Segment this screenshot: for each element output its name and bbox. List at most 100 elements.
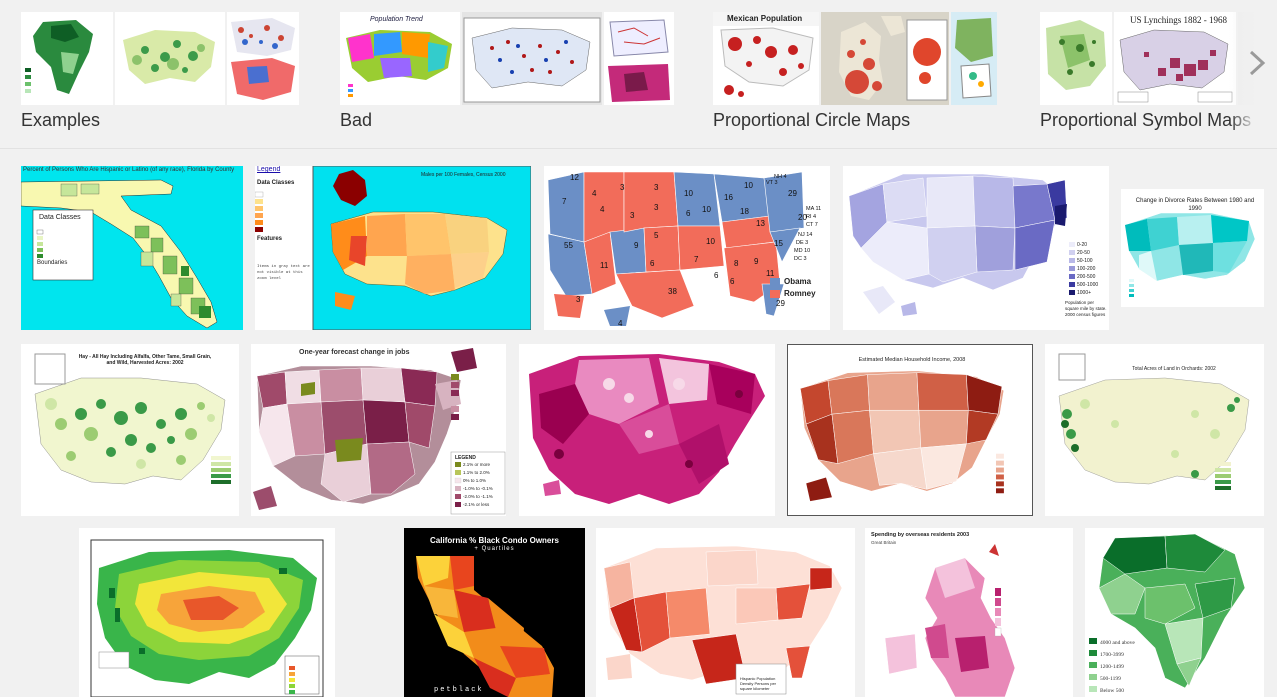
dot-map-thumb [462,12,602,105]
thumb-title: Mexican Population [727,14,803,23]
svg-text:10: 10 [702,205,711,214]
legend-boundaries: Boundaries [37,260,68,266]
lynchings-thumb: US Lynchings 1882 - 1968 [1114,12,1236,105]
svg-text:4: 4 [618,319,623,328]
image-africa-map[interactable]: 4000 and above 1700-3999 1200-1499 500-1… [1085,528,1264,697]
image-florida-hispanic-map[interactable]: Percent of Persons Who Are Hispanic or L… [21,166,243,330]
dots-thumb [227,12,299,105]
chevron-right-icon[interactable] [1243,46,1271,80]
map-title: Total Acres of Land in Orchards: 2002 [1132,366,1216,372]
image-males-per-female-map[interactable]: Males per 100 Females, Census 2000 Legen… [255,166,531,330]
svg-text:DC 3: DC 3 [794,256,807,262]
map-footer: petblack [434,686,484,694]
svg-text:12: 12 [570,173,579,182]
image-county-magenta-map[interactable] [519,344,775,516]
legend-item: -1.0% to -0.1% [463,486,493,491]
related-thumbs: Population Trend [340,12,674,105]
svg-text:15: 15 [774,239,783,248]
svg-text:3: 3 [630,211,635,220]
image-rainbow-density-map[interactable] [79,528,335,697]
thumb-title: Population Trend [370,16,423,23]
image-electoral-map[interactable]: 12 7 55 4 4 33933 5 6 10 6 38 11 3 4 10 10 16 10 18 13… [544,166,830,330]
image-spending-uk-map[interactable]: Spending by overseas residents 2003 Grea… [865,528,1073,697]
legend-romney: Romney [784,289,816,298]
image-divorce-rates-map[interactable]: Change in Divorce Rates Between 1980 and… [1121,189,1264,307]
legend-item: 0% to 1.0% [463,478,487,483]
mexican-population-thumb: Mexican Population [713,12,819,105]
related-thumbs [21,12,299,105]
svg-text:11: 11 [766,269,775,278]
svg-text:NJ 14: NJ 14 [798,232,812,238]
related-search-bad[interactable]: Population Trend Bad [340,12,674,138]
image-population-density-map[interactable]: 0-20 20-50 50-100 100-200 200-500 500-10… [843,166,1109,330]
map-title: California % Black Condo Owners [430,536,559,545]
europe-thumb [951,12,997,105]
map-title: Percent of Persons Who Are Hispanic or L… [23,167,235,173]
legend-item: 1700-3999 [1100,652,1124,658]
map-title: Spending by overseas residents 2003 [871,532,970,538]
related-label: Examples [21,110,101,130]
svg-text:MD 10: MD 10 [794,248,810,254]
svg-text:7: 7 [562,197,567,206]
legend-title: Data Classes [39,214,81,221]
svg-text:6: 6 [650,259,655,268]
africa-thumb [21,12,113,105]
legend-item: -2.1% or less [463,502,490,507]
svg-text:13: 13 [756,219,765,228]
related-label: Proportional Symbol Maps [1040,110,1252,130]
legend-item: 50-100 [1077,258,1093,264]
legend-item: 500-1199 [1100,676,1121,682]
thumb-title: US Lynchings 1882 - 1968 [1130,15,1228,25]
svg-text:5: 5 [654,231,659,240]
svg-text:4: 4 [600,205,605,214]
related-search-examples[interactable]: Examples [21,12,301,138]
map-title: Males per 100 Females, Census 2000 [421,172,506,178]
michigan-circles-thumb [821,12,949,105]
image-hay-acres-map[interactable]: Hay - All Hay Including Alfalfa, Other T… [21,344,239,516]
related-search-proportional-circle-maps[interactable]: Mexican Population Proportional Circle M… [713,12,1003,138]
related-label: Bad [340,110,373,130]
legend-item: Below 500 [1100,688,1124,694]
image-california-condo-map[interactable]: California % Black Condo Owners + Quarti… [404,528,585,697]
svg-text:3: 3 [654,203,659,212]
map-caption: Population per square mile by state. 200… [1065,300,1107,317]
svg-text:11: 11 [600,261,609,270]
svg-text:4: 4 [592,189,597,198]
legend-item: 1000+ [1077,290,1092,296]
svg-text:29: 29 [788,189,797,198]
legend-obama: Obama [784,277,812,286]
svg-text:6: 6 [686,209,691,218]
svg-text:MA 11: MA 11 [806,206,821,212]
legend-item: 1200-1499 [1100,664,1124,670]
legend-link[interactable]: Legend [257,166,280,173]
svg-text:CT 7: CT 7 [806,222,818,228]
population-trend-thumb: Population Trend [340,12,460,105]
related-thumbs: Mexican Population [713,12,997,105]
svg-text:55: 55 [564,241,573,250]
image-jobs-forecast-map[interactable]: One-year forecast change in jobs LEGEND … [251,344,506,516]
image-hispanic-density-map[interactable]: Hispanic Population Density Persons per … [596,528,855,697]
legend-item: 1.1% to 2.0% [463,470,490,475]
africa-legend: 4000 and above 1700-3999 1200-1499 500-1… [1100,637,1135,697]
image-orchards-map[interactable]: Total Acres of Land in Orchards: 2002 [1045,344,1264,516]
density-legend: 0-20 20-50 50-100 100-200 200-500 500-10… [1077,241,1098,297]
jobs-legend: 2.1% or more 1.1% to 2.0% 0% to 1.0% -1.… [463,461,493,509]
svg-text:9: 9 [634,241,639,250]
svg-text:38: 38 [668,287,677,296]
image-median-income-map[interactable]: Estimated Median Household Income, 2008 [787,344,1033,516]
legend-item: 0-20 [1077,242,1088,248]
legend-note: Items in gray text are not visible at th… [257,265,310,281]
svg-text:18: 18 [740,207,749,216]
map-title: Change in Divorce Rates Between 1980 and… [1135,198,1255,212]
legend-item: 500-1000 [1077,282,1099,288]
svg-text:6: 6 [730,277,735,286]
map-subtitle: + Quartiles [474,546,515,552]
legend-data-classes: Data Classes [257,180,295,186]
legend-item: 2.1% or more [463,462,491,467]
related-searches-bar: Examples Population Trend Bad Mexican Po… [0,0,1277,149]
hay-thumb [115,12,225,105]
europe-symbols-thumb [1040,12,1112,105]
svg-text:6: 6 [714,271,719,280]
legend-features: Features [257,236,283,242]
svg-text:16: 16 [724,193,733,202]
